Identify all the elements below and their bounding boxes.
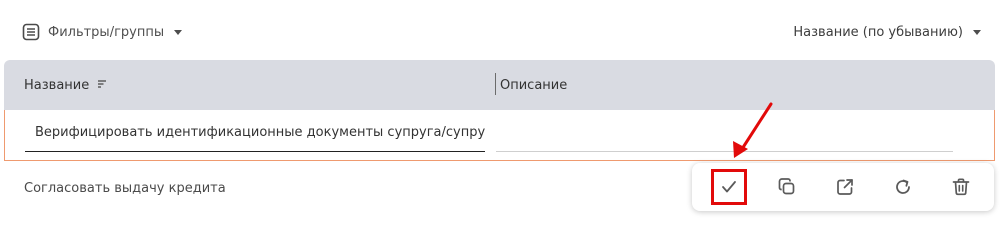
trash-icon xyxy=(952,178,970,196)
copy-button[interactable] xyxy=(772,172,802,202)
column-header-name[interactable]: Название xyxy=(24,78,107,93)
external-link-icon xyxy=(837,179,853,195)
description-input[interactable] xyxy=(496,120,953,152)
name-input[interactable]: Верифицировать идентификационные докумен… xyxy=(25,120,485,152)
column-header-description[interactable]: Описание xyxy=(500,78,567,93)
delete-button[interactable] xyxy=(946,172,976,202)
sort-icon[interactable] xyxy=(97,78,107,93)
copy-icon xyxy=(778,178,795,195)
filters-groups-button[interactable]: Фильтры/группы xyxy=(22,21,183,43)
refresh-button[interactable] xyxy=(888,172,918,202)
confirm-button[interactable] xyxy=(711,169,747,205)
filters-groups-label: Фильтры/группы xyxy=(48,24,165,40)
list-icon xyxy=(22,23,40,41)
toolbar: Фильтры/группы Название (по убыванию) xyxy=(0,0,1001,62)
table-header: Название Описание xyxy=(4,60,995,110)
column-resize-handle[interactable] xyxy=(495,73,496,95)
row-actions-toolbar xyxy=(692,163,994,211)
chevron-down-icon xyxy=(174,29,183,35)
sort-label: Название (по убыванию) xyxy=(793,24,963,40)
chevron-down-icon xyxy=(973,29,981,35)
refresh-icon xyxy=(896,179,910,194)
table-row-editing: Верифицировать идентификационные докумен… xyxy=(4,110,995,161)
row-name-cell: Согласовать выдачу кредита xyxy=(24,181,226,196)
check-icon xyxy=(722,181,736,193)
column-header-name-label: Название xyxy=(24,78,90,93)
sort-dropdown[interactable]: Название (по убыванию) xyxy=(793,21,981,43)
open-external-button[interactable] xyxy=(830,172,860,202)
